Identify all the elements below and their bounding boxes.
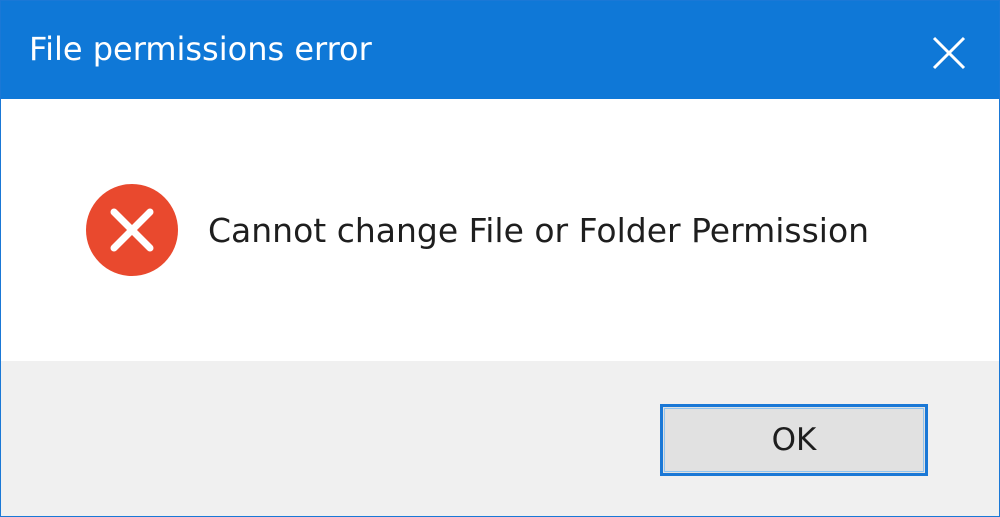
title-bar[interactable]: File permissions error (1, 1, 999, 99)
error-message: Cannot change File or Folder Permission (208, 211, 870, 250)
message-area: Cannot change File or Folder Permission (1, 99, 999, 361)
error-dialog: File permissions error Cannot change Fil… (0, 0, 1000, 517)
error-icon (86, 184, 178, 276)
close-icon (932, 36, 966, 70)
ok-button[interactable]: OK (660, 404, 928, 476)
close-button[interactable] (901, 1, 999, 99)
window-title: File permissions error (29, 30, 372, 68)
button-bar: OK (1, 361, 999, 516)
ok-button-label: OK (771, 422, 817, 458)
